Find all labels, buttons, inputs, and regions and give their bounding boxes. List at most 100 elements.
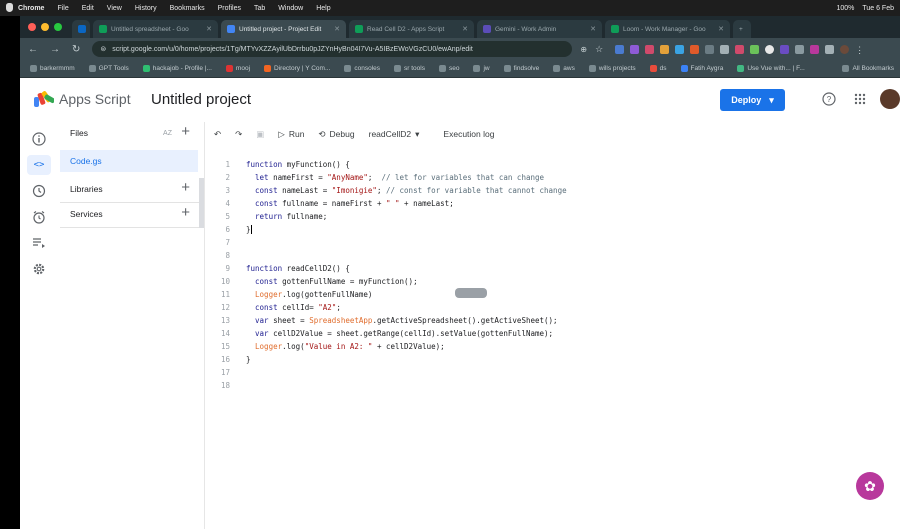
tab-project-editor[interactable]: Untitled project - Project Edit ✕ — [221, 20, 346, 38]
extension-icon[interactable] — [660, 44, 670, 54]
menu-view[interactable]: View — [107, 5, 122, 12]
code-line[interactable]: 14 var cellD2Value = sheet.getRange(cell… — [206, 327, 806, 340]
code-line[interactable]: 18 — [206, 379, 806, 392]
close-tab-icon[interactable]: ✕ — [590, 25, 596, 33]
bookmark-item[interactable]: sr tools — [394, 65, 425, 72]
bookmark-item[interactable]: aws — [553, 65, 575, 72]
download-icon[interactable] — [720, 44, 730, 54]
menu-bookmarks[interactable]: Bookmarks — [170, 5, 205, 12]
add-service-button[interactable]: + — [181, 205, 190, 221]
bookmark-item[interactable]: ds — [649, 65, 667, 72]
close-tab-icon[interactable]: ✕ — [206, 25, 212, 33]
tab-gemini[interactable]: Gemini - Work Admin ✕ — [477, 20, 602, 38]
extension-icon[interactable] — [750, 44, 760, 54]
extension-icon[interactable] — [780, 44, 790, 54]
puzzle-icon[interactable] — [795, 44, 805, 54]
deploy-button[interactable]: Deploy ▾ — [720, 89, 785, 111]
code-line[interactable]: 4 const fullname = nameFirst + " " + nam… — [206, 197, 806, 210]
bookmark-item[interactable]: barkermmm — [30, 65, 75, 72]
menu-edit[interactable]: Edit — [82, 5, 94, 12]
menu-file[interactable]: File — [57, 5, 68, 12]
code-line[interactable]: 6} — [206, 223, 806, 236]
tab-pinned[interactable] — [72, 20, 90, 38]
undo-icon[interactable]: ↶ — [214, 129, 221, 140]
chrome-menu-icon[interactable]: ⋮ — [855, 45, 864, 55]
extension-icon[interactable] — [615, 44, 625, 54]
apple-icon[interactable] — [6, 3, 13, 12]
all-bookmarks[interactable]: All Bookmarks — [842, 65, 900, 72]
bookmark-item[interactable]: jw — [473, 65, 490, 72]
apps-grid-icon[interactable] — [853, 92, 867, 106]
clock[interactable]: Tue 6 Feb — [862, 5, 894, 12]
executions-list-icon[interactable] — [32, 236, 46, 250]
code-line[interactable]: 11 Logger.log(gottenFullName) — [206, 288, 806, 301]
bookmark-item[interactable]: GPT Tools — [88, 65, 129, 72]
battery-level[interactable]: 100% — [836, 5, 854, 12]
forward-icon[interactable]: → — [50, 44, 60, 55]
tab-read-cell[interactable]: Read Cell D2 - Apps Script ✕ — [349, 20, 474, 38]
overview-info-icon[interactable] — [32, 132, 46, 146]
code-line[interactable]: 16} — [206, 353, 806, 366]
code-line[interactable]: 7 — [206, 236, 806, 249]
extension-icon[interactable] — [810, 44, 820, 54]
close-tab-icon[interactable]: ✕ — [462, 25, 468, 33]
menu-profiles[interactable]: Profiles — [218, 5, 241, 12]
zoom-icon[interactable]: ⊕ — [580, 45, 587, 54]
bookmark-item[interactable]: consoles — [344, 65, 380, 72]
menu-history[interactable]: History — [135, 5, 157, 12]
sort-files-button[interactable]: AZ — [163, 130, 172, 137]
code-line[interactable]: 1 function myFunction() { — [206, 158, 806, 171]
panel-scrollbar[interactable] — [199, 178, 204, 228]
account-avatar[interactable] — [880, 89, 900, 109]
extension-icon[interactable] — [630, 44, 640, 54]
code-line[interactable]: 13 var sheet = SpreadsheetApp.getActiveS… — [206, 314, 806, 327]
apps-script-logo-icon[interactable] — [34, 90, 54, 108]
bookmark-item[interactable]: wills projects — [588, 65, 636, 72]
code-line[interactable]: 10 const gottenFullName = myFunction(); — [206, 275, 806, 288]
execution-log-button[interactable]: Execution log — [443, 129, 494, 139]
back-icon[interactable]: ← — [28, 44, 38, 55]
extension-icon[interactable] — [705, 44, 715, 54]
extension-icon[interactable] — [735, 44, 745, 54]
save-icon[interactable]: ▣ — [256, 129, 264, 140]
bookmark-item[interactable]: mooj — [225, 65, 250, 72]
triggers-alarm-icon[interactable] — [32, 210, 46, 224]
close-tab-icon[interactable]: ✕ — [334, 25, 340, 33]
bookmark-item[interactable]: findsolve — [503, 65, 539, 72]
bookmark-item[interactable]: hackajob - Profile |... — [142, 65, 212, 72]
address-bar[interactable]: ⊜ script.google.com/u/0/home/projects/1T… — [92, 41, 573, 57]
code-line[interactable]: 15 Logger.log("Value in A2: " + cellD2Va… — [206, 340, 806, 353]
code-line[interactable]: 5 return fullname; — [206, 210, 806, 223]
bookmark-item[interactable]: Directory | Y Com... — [264, 65, 330, 72]
editor-nav-item[interactable]: <> — [27, 155, 51, 175]
add-library-button[interactable]: + — [181, 180, 190, 196]
tab-loom[interactable]: Loom - Work Manager - Goo ✕ — [605, 20, 730, 38]
site-info-icon[interactable]: ⊜ — [100, 45, 106, 53]
extension-icon[interactable] — [675, 44, 685, 54]
profile-avatar[interactable] — [840, 44, 850, 54]
history-icon[interactable] — [32, 184, 46, 198]
code-editor[interactable]: 1 function myFunction() {2 let nameFirst … — [206, 148, 900, 529]
code-line[interactable]: 17 — [206, 366, 806, 379]
help-icon[interactable]: ? — [822, 92, 836, 106]
zoom-window-button[interactable] — [54, 23, 62, 31]
code-line[interactable]: 8 — [206, 249, 806, 262]
project-title[interactable]: Untitled project — [151, 91, 251, 108]
menu-tab[interactable]: Tab — [254, 5, 265, 12]
minimize-window-button[interactable] — [41, 23, 49, 31]
sidebar-icon[interactable] — [825, 44, 835, 54]
extension-icon[interactable] — [645, 44, 655, 54]
menu-help[interactable]: Help — [316, 5, 330, 12]
code-line[interactable]: 2 let nameFirst = "AnyName"; // let for … — [206, 171, 806, 184]
code-line[interactable]: 12 const cellId= "A2"; — [206, 301, 806, 314]
reload-icon[interactable]: ↻ — [72, 44, 80, 55]
extension-icon[interactable] — [690, 44, 700, 54]
new-tab-button[interactable]: + — [733, 20, 751, 38]
bookmark-star-icon[interactable]: ☆ — [595, 44, 603, 55]
bookmark-item[interactable]: Fatih Aygra — [680, 65, 723, 72]
debug-button[interactable]: ⟲ Debug — [318, 129, 354, 140]
assistant-fab-button[interactable]: ✿ — [856, 472, 884, 500]
menu-app-name[interactable]: Chrome — [18, 5, 44, 12]
bookmark-item[interactable]: seo — [438, 65, 459, 72]
file-item-code-gs[interactable]: Code.gs — [60, 150, 198, 172]
